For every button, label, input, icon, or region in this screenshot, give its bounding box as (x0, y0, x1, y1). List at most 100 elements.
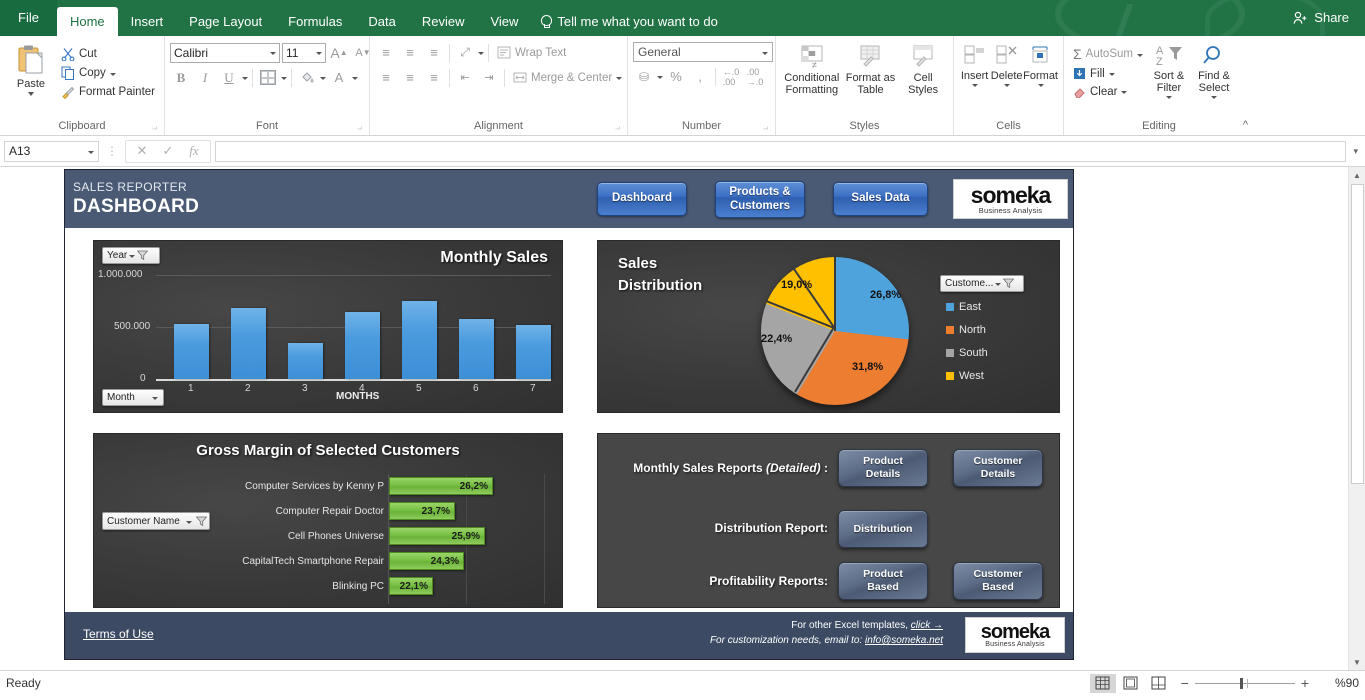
zoom-out-button[interactable]: − (1181, 675, 1189, 691)
find-select-dropdown-icon[interactable] (1211, 96, 1217, 99)
nav-button-dashboard[interactable]: Dashboard (597, 182, 687, 216)
bold-button[interactable]: B (170, 67, 192, 88)
report-button-product-based[interactable]: ProductBased (838, 562, 928, 600)
terms-of-use-link[interactable]: Terms of Use (83, 627, 154, 641)
merge-center-button[interactable]: Merge & Center (509, 69, 626, 86)
fill-button[interactable]: Fill (1069, 65, 1147, 82)
fill-dropdown-icon[interactable] (1109, 73, 1115, 76)
report-button-distribution[interactable]: Distribution (838, 510, 928, 548)
insert-function-icon[interactable]: fx (182, 141, 206, 162)
collapse-ribbon-button[interactable]: ^ (1243, 119, 1248, 131)
format-cells-button[interactable]: Format (1023, 42, 1058, 87)
scroll-down-arrow[interactable]: ▼ (1350, 654, 1365, 670)
font-size-input[interactable]: 11 (282, 43, 326, 63)
increase-font-size-icon[interactable]: A▲ (328, 42, 350, 63)
tab-home[interactable]: Home (57, 7, 118, 36)
align-right-icon[interactable]: ≡ (423, 67, 445, 88)
sales-distribution-chart[interactable]: Sales Distribution 26,8% 31,8% 22,4% 19,… (597, 240, 1060, 413)
clear-button[interactable]: Clear (1069, 83, 1147, 100)
font-name-dropdown-icon[interactable] (270, 52, 276, 55)
clear-dropdown-icon[interactable] (1121, 91, 1127, 94)
delete-cells-button[interactable]: Delete (990, 42, 1023, 87)
zoom-level[interactable]: %90 (1317, 676, 1359, 690)
slicer-customer[interactable]: Custome... (940, 275, 1024, 292)
increase-indent-icon[interactable]: ⇥ (478, 67, 500, 88)
font-color-button[interactable]: A (328, 67, 350, 88)
font-size-dropdown-icon[interactable] (316, 52, 322, 55)
slicer-year[interactable]: Year (102, 247, 160, 264)
share-button[interactable]: Share (1285, 7, 1357, 28)
find-select-button[interactable]: Find & Select (1191, 42, 1237, 99)
tab-review[interactable]: Review (409, 7, 478, 36)
wrap-text-button[interactable]: Wrap Text (493, 44, 570, 61)
worksheet-canvas[interactable]: SALES REPORTER DASHBOARD Dashboard Produ… (0, 167, 1348, 670)
alignment-dialog-launcher[interactable] (611, 123, 620, 132)
slicer-month[interactable]: Month (102, 389, 164, 406)
zoom-in-button[interactable]: + (1301, 675, 1309, 691)
decrease-indent-icon[interactable]: ⇤ (454, 67, 476, 88)
tab-view[interactable]: View (477, 7, 531, 36)
align-center-icon[interactable]: ≡ (399, 67, 421, 88)
orientation-icon[interactable]: ⤢ (454, 42, 476, 63)
increase-decimal-icon[interactable]: ←.0.00 (720, 66, 742, 87)
formula-input[interactable] (215, 141, 1346, 162)
autosum-dropdown-icon[interactable] (1137, 54, 1143, 57)
tell-me-search[interactable]: Tell me what you want to do (531, 7, 727, 36)
insert-cells-button[interactable]: Insert (959, 42, 990, 87)
sort-filter-button[interactable]: A Z Sort & Filter (1147, 42, 1191, 99)
font-color-dropdown-icon[interactable] (352, 77, 358, 80)
italic-button[interactable]: I (194, 67, 216, 88)
tab-insert[interactable]: Insert (118, 7, 177, 36)
zoom-track[interactable] (1195, 683, 1295, 684)
percent-style-button[interactable]: % (665, 66, 687, 87)
paste-dropdown-icon[interactable] (28, 92, 34, 96)
copy-dropdown-icon[interactable] (110, 73, 116, 76)
align-left-icon[interactable]: ≡ (375, 67, 397, 88)
font-name-input[interactable]: Calibri (170, 43, 280, 63)
footer-click-link[interactable]: click → (911, 620, 943, 631)
report-button-customer-details[interactable]: CustomerDetails (953, 449, 1043, 487)
name-box[interactable]: A13 (4, 141, 99, 162)
slicer-year-dropdown-icon[interactable] (129, 255, 135, 258)
merge-center-dropdown-icon[interactable] (616, 77, 622, 80)
tab-file[interactable]: File (0, 0, 57, 36)
report-button-product-details[interactable]: ProductDetails (838, 449, 928, 487)
copy-button[interactable]: Copy (57, 64, 159, 82)
paste-button[interactable]: Paste (5, 42, 57, 96)
normal-view-button[interactable] (1090, 674, 1116, 693)
insert-dropdown-icon[interactable] (972, 84, 978, 87)
zoom-slider[interactable]: − + (1181, 675, 1309, 691)
font-dialog-launcher[interactable] (353, 123, 362, 132)
autosum-button[interactable]: Σ AutoSum (1069, 44, 1147, 64)
align-top-icon[interactable]: ≡ (375, 42, 397, 63)
tab-page-layout[interactable]: Page Layout (176, 7, 275, 36)
borders-dropdown-icon[interactable] (281, 77, 287, 80)
sort-filter-dropdown-icon[interactable] (1166, 96, 1172, 99)
format-as-table-button[interactable]: Format as Table (843, 42, 897, 96)
number-format-dropdown-icon[interactable] (762, 52, 768, 55)
align-bottom-icon[interactable]: ≡ (423, 42, 445, 63)
scroll-up-arrow[interactable]: ▲ (1350, 167, 1365, 183)
format-painter-button[interactable]: Format Painter (57, 83, 159, 101)
accounting-format-icon[interactable]: ⛁ (633, 66, 655, 87)
borders-button[interactable] (257, 67, 279, 88)
zoom-thumb[interactable] (1240, 678, 1243, 689)
tab-formulas[interactable]: Formulas (275, 7, 355, 36)
page-layout-view-button[interactable] (1118, 674, 1144, 693)
clipboard-dialog-launcher[interactable] (148, 123, 157, 132)
fill-color-button[interactable] (296, 67, 318, 88)
page-break-view-button[interactable] (1146, 674, 1172, 693)
scrollbar-thumb[interactable] (1351, 184, 1364, 484)
slicer-month-dropdown-icon[interactable] (152, 397, 158, 400)
confirm-formula-icon[interactable]: ✓ (156, 141, 180, 162)
vertical-scrollbar[interactable]: ▲ ▼ (1348, 167, 1365, 670)
slicer-customer-dropdown-icon[interactable] (995, 283, 1001, 286)
align-middle-icon[interactable]: ≡ (399, 42, 421, 63)
cell-styles-button[interactable]: Cell Styles (899, 42, 947, 96)
gross-margin-chart[interactable]: Gross Margin of Selected Customers Custo… (93, 433, 563, 608)
nav-button-products-customers[interactable]: Products & Customers (715, 181, 805, 218)
cut-button[interactable]: Cut (57, 45, 159, 63)
expand-formula-bar-icon[interactable]: ▾ (1350, 146, 1361, 157)
nav-button-sales-data[interactable]: Sales Data (833, 182, 928, 216)
name-box-dropdown-icon[interactable] (88, 151, 94, 154)
